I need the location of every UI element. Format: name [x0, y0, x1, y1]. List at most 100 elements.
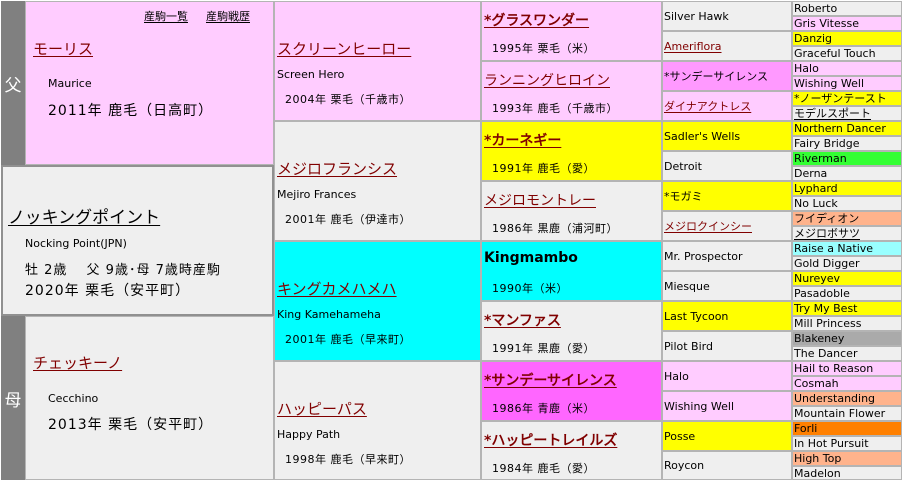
gen5-cell[interactable]: Derna — [792, 166, 902, 181]
pedigree-table: 父 産駒一覧 産駒戦歴 モーリス Maurice 2011年 鹿毛（日高町） ノ… — [0, 0, 903, 481]
gen4-name[interactable]: Ameriflora — [664, 40, 722, 53]
gen5-cell[interactable]: Try My Best — [792, 301, 902, 316]
gen3-info: 1993年 鹿毛（千歳市） — [492, 102, 618, 115]
gen3-name[interactable]: メジロモントレー — [484, 190, 596, 210]
offspring-list-link[interactable]: 産駒一覧 — [144, 8, 188, 24]
gen5-cell[interactable]: Gold Digger — [792, 256, 902, 271]
gen4-name[interactable]: Pilot Bird — [664, 340, 713, 353]
gen2-name-en: Happy Path — [277, 428, 341, 441]
gen5-cell[interactable]: *ノーザンテースト — [792, 91, 902, 106]
gen4-name[interactable]: *モガミ — [664, 188, 703, 204]
gen2-cell: メジロフランシス Mejiro Frances 2001年 鹿毛（伊達市） — [274, 121, 481, 241]
gen4-name[interactable]: *サンデーサイレンス — [664, 68, 768, 84]
gen3-info: 1995年 栗毛（米） — [492, 42, 595, 55]
gen4-name[interactable]: Sadler's Wells — [664, 130, 740, 143]
gen5-cell[interactable]: Nureyev — [792, 271, 902, 286]
gen5-cell[interactable]: Northern Dancer — [792, 121, 902, 136]
dam-birth-info: 2013年 栗毛（安平町） — [48, 417, 214, 433]
gen4-name[interactable]: Last Tycoon — [664, 310, 728, 323]
gen2-cell: ハッピーパス Happy Path 1998年 鹿毛（早来町） — [274, 361, 481, 480]
gen5-cell[interactable]: Graceful Touch — [792, 46, 902, 61]
gen5-cell[interactable]: Gris Vitesse — [792, 16, 902, 31]
gen5-cell[interactable]: Fairy Bridge — [792, 136, 902, 151]
gen3-name[interactable]: *グラスワンダー — [484, 10, 589, 30]
gen4-cell: Miesque — [662, 271, 792, 301]
gen5-cell[interactable]: メジロボサツ — [792, 226, 902, 241]
gen4-name[interactable]: Halo — [664, 370, 689, 383]
gen3-name[interactable]: *ハッピートレイルズ — [484, 430, 617, 450]
gen5-cell[interactable]: Forli — [792, 421, 902, 436]
gen3-name[interactable]: Kingmambo — [484, 250, 578, 266]
gen4-cell: メジロクインシー — [662, 211, 792, 241]
gen4-cell: Wishing Well — [662, 391, 792, 421]
gen5-cell[interactable]: Pasadoble — [792, 286, 902, 301]
gen5-cell[interactable]: Roberto — [792, 1, 902, 16]
gen4-cell: ダイナアクトレス — [662, 91, 792, 121]
horse-name-en: Nocking Point(JPN) — [25, 237, 127, 250]
gen5-cell[interactable]: Danzig — [792, 31, 902, 46]
gen4-name[interactable]: Detroit — [664, 160, 702, 173]
gen5-cell[interactable]: Madelon — [792, 466, 902, 480]
gen3-cell: メジロモントレー 1986年 黒鹿（浦河町） — [481, 181, 662, 241]
gen2-name[interactable]: ハッピーパス — [277, 398, 367, 419]
gen4-cell: Sadler's Wells — [662, 121, 792, 151]
gen2-name[interactable]: スクリーンヒーロー — [277, 38, 411, 59]
gen2-cell: スクリーンヒーロー Screen Hero 2004年 栗毛（千歳市） — [274, 1, 481, 121]
gen3-name[interactable]: *カーネギー — [484, 130, 561, 150]
gen5-cell[interactable]: Mountain Flower — [792, 406, 902, 421]
gen3-cell: *サンデーサイレンス 1986年 青鹿（米） — [481, 361, 662, 421]
gen4-name[interactable]: メジロクインシー — [664, 218, 752, 234]
horse-cell: ノッキングポイント Nocking Point(JPN) 牡 2歳 父 9歳･母… — [1, 165, 274, 316]
gen3-info: 1991年 黒鹿（愛） — [492, 342, 595, 355]
gen5-cell[interactable]: Raise a Native — [792, 241, 902, 256]
gen2-info: 2001年 鹿毛（早来町） — [285, 333, 411, 346]
gen4-name[interactable]: ダイナアクトレス — [664, 98, 751, 114]
gen2-info: 1998年 鹿毛（早来町） — [285, 453, 411, 466]
gen4-cell: Last Tycoon — [662, 301, 792, 331]
gen5-cell[interactable]: Lyphard — [792, 181, 902, 196]
gen4-name[interactable]: Silver Hawk — [664, 10, 729, 23]
dam-name[interactable]: チェッキーノ — [33, 352, 122, 373]
gen5-cell[interactable]: Understanding — [792, 391, 902, 406]
gen5-cell[interactable]: High Top — [792, 451, 902, 466]
gen5-cell[interactable]: Wishing Well — [792, 76, 902, 91]
gen2-info: 2001年 鹿毛（伊達市） — [285, 213, 411, 226]
gen3-cell: *ハッピートレイルズ 1984年 鹿毛（愛） — [481, 421, 662, 480]
race-record-link[interactable]: 産駒戦歴 — [206, 8, 250, 24]
gen5-cell[interactable]: フイディオン — [792, 211, 902, 226]
gen2-name-en: Mejiro Frances — [277, 188, 357, 201]
gen5-cell[interactable]: Cosmah — [792, 376, 902, 391]
gen4-name[interactable]: Roycon — [664, 459, 704, 472]
gen4-name[interactable]: Mr. Prospector — [664, 250, 743, 263]
sire-name[interactable]: モーリス — [33, 38, 93, 59]
gen5-cell[interactable]: The Dancer — [792, 346, 902, 361]
gen2-cell: キングカメハメハ King Kamehameha 2001年 鹿毛（早来町） — [274, 241, 481, 361]
gen5-cell[interactable]: Blakeney — [792, 331, 902, 346]
gen3-cell: *カーネギー 1991年 鹿毛（愛） — [481, 121, 662, 181]
gen5-cell[interactable]: モデルスポート — [792, 106, 902, 121]
gen4-name[interactable]: Posse — [664, 430, 695, 443]
gen2-name[interactable]: キングカメハメハ — [277, 278, 397, 299]
gen4-name[interactable]: Miesque — [664, 280, 710, 293]
gen4-cell: *モガミ — [662, 181, 792, 211]
gen3-info: 1984年 鹿毛（愛） — [492, 462, 595, 475]
gen2-name[interactable]: メジロフランシス — [277, 158, 397, 179]
gen3-cell: *グラスワンダー 1995年 栗毛（米） — [481, 1, 662, 61]
gen4-cell: Posse — [662, 421, 792, 451]
gen5-cell[interactable]: Hail to Reason — [792, 361, 902, 376]
gen5-cell[interactable]: In Hot Pursuit — [792, 436, 902, 451]
gen5-cell[interactable]: Riverman — [792, 151, 902, 166]
gen3-info: 1990年（米） — [492, 282, 568, 295]
gen3-name[interactable]: *マンファス — [484, 310, 561, 330]
horse-name[interactable]: ノッキングポイント — [8, 203, 160, 228]
sire-birth-info: 2011年 鹿毛（日高町） — [48, 103, 214, 119]
gen5-cell[interactable]: No Luck — [792, 196, 902, 211]
gen2-info: 2004年 栗毛（千歳市） — [285, 93, 411, 106]
gen4-cell: *サンデーサイレンス — [662, 61, 792, 91]
gen3-name[interactable]: ランニングヒロイン — [484, 70, 610, 90]
gen4-name[interactable]: Wishing Well — [664, 400, 734, 413]
gen3-name[interactable]: *サンデーサイレンス — [484, 370, 617, 390]
gen5-cell[interactable]: Mill Princess — [792, 316, 902, 331]
gen5-cell[interactable]: Halo — [792, 61, 902, 76]
gen2-name-en: King Kamehameha — [277, 308, 381, 321]
